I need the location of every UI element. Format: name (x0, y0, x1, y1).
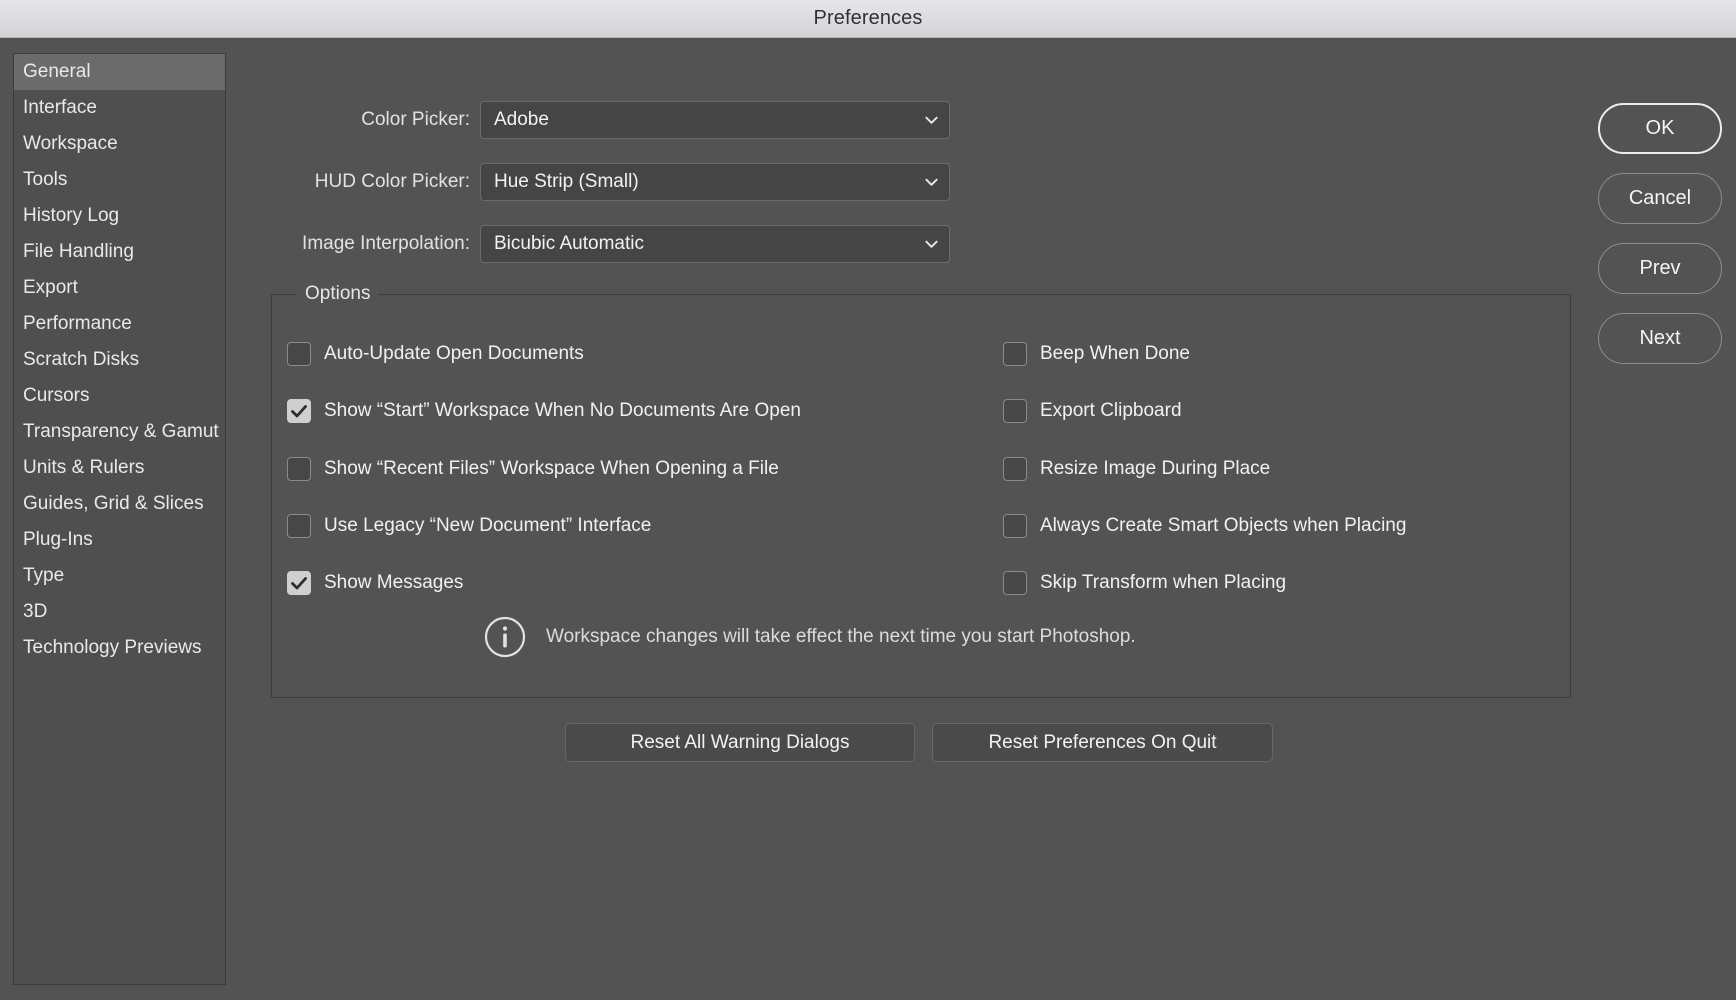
checkbox-row-show-start-workspace-when-no-documents-are-open[interactable]: Show “Start” Workspace When No Documents… (287, 396, 801, 426)
reset-all-warning-dialogs-button[interactable]: Reset All Warning Dialogs (565, 723, 915, 762)
sidebar-item-transparency-gamut[interactable]: Transparency & Gamut (14, 414, 225, 450)
checkbox-unchecked-icon[interactable] (1003, 342, 1027, 366)
options-group-legend: Options (297, 283, 379, 305)
checkbox-unchecked-icon[interactable] (287, 342, 311, 366)
checkbox-row-show-messages[interactable]: Show Messages (287, 568, 463, 598)
checkbox-row-auto-update-open-documents[interactable]: Auto-Update Open Documents (287, 339, 584, 369)
select-hud-color-picker[interactable]: Hue Strip (Small) (480, 163, 950, 201)
category-sidebar[interactable]: General Interface Workspace Tools History Lo… (13, 53, 226, 985)
checkbox-unchecked-icon[interactable] (287, 457, 311, 481)
sidebar-item-file-handling[interactable]: File Handling (14, 234, 225, 270)
window-title: Preferences (813, 7, 923, 29)
checkbox-label: Export Clipboard (1040, 400, 1182, 421)
checkbox-unchecked-icon[interactable] (1003, 457, 1027, 481)
sidebar-item-label: Units & Rulers (23, 457, 145, 478)
form-row-image-interpolation: Image Interpolation: Bicubic Automatic (280, 225, 950, 263)
sidebar-item-export[interactable]: Export (14, 270, 225, 306)
checkbox-label: Use Legacy “New Document” Interface (324, 515, 652, 536)
workspace-info-text: Workspace changes will take effect the n… (546, 626, 1136, 647)
checkbox-unchecked-icon[interactable] (1003, 514, 1027, 538)
checkbox-unchecked-icon[interactable] (1003, 571, 1027, 595)
select-value: Bicubic Automatic (494, 233, 644, 254)
sidebar-item-label: Type (23, 565, 65, 586)
checkbox-row-export-clipboard[interactable]: Export Clipboard (1003, 396, 1182, 426)
sidebar-item-label: Workspace (23, 133, 118, 154)
sidebar-item-label: Transparency & Gamut (23, 421, 219, 442)
sidebar-item-interface[interactable]: Interface (14, 90, 225, 126)
sidebar-item-label: Cursors (23, 385, 90, 406)
sidebar-item-units-rulers[interactable]: Units & Rulers (14, 450, 225, 486)
checkbox-label: Skip Transform when Placing (1040, 572, 1287, 593)
sidebar-item-label: Interface (23, 97, 97, 118)
sidebar-item-label: File Handling (23, 241, 134, 262)
checkbox-unchecked-icon[interactable] (1003, 399, 1027, 423)
sidebar-item-label: Performance (23, 313, 132, 334)
info-icon (484, 616, 526, 658)
checkbox-row-always-create-smart-objects-when-placing[interactable]: Always Create Smart Objects when Placing (1003, 511, 1406, 541)
sidebar-item-cursors[interactable]: Cursors (14, 378, 225, 414)
sidebar-item-label: Guides, Grid & Slices (23, 493, 204, 514)
sidebar-item-technology-previews[interactable]: Technology Previews (14, 630, 225, 666)
prev-button[interactable]: Prev (1598, 243, 1722, 294)
button-label: OK (1645, 117, 1675, 139)
sidebar-item-plug-ins[interactable]: Plug-Ins (14, 522, 225, 558)
sidebar-item-general[interactable]: General (14, 54, 225, 90)
checkbox-label: Show Messages (324, 572, 464, 593)
window-titlebar: Preferences (0, 0, 1736, 38)
label-color-picker: Color Picker: (361, 109, 470, 130)
checkbox-row-resize-image-during-place[interactable]: Resize Image During Place (1003, 454, 1270, 484)
checkbox-checked-icon[interactable] (287, 399, 311, 423)
sidebar-item-3d[interactable]: 3D (14, 594, 225, 630)
sidebar-item-history-log[interactable]: History Log (14, 198, 225, 234)
checkbox-checked-icon[interactable] (287, 571, 311, 595)
ok-button[interactable]: OK (1598, 103, 1722, 154)
checkbox-label: Show “Start” Workspace When No Documents… (324, 400, 801, 421)
cancel-button[interactable]: Cancel (1598, 173, 1722, 224)
sidebar-item-performance[interactable]: Performance (14, 306, 225, 342)
sidebar-item-label: General (23, 61, 91, 82)
sidebar-item-label: History Log (23, 205, 120, 226)
button-label: Cancel (1628, 187, 1692, 209)
chevron-down-icon (924, 175, 939, 190)
sidebar-item-label: Scratch Disks (23, 349, 140, 370)
sidebar-item-type[interactable]: Type (14, 558, 225, 594)
select-color-picker[interactable]: Adobe (480, 101, 950, 139)
checkbox-label: Auto-Update Open Documents (324, 343, 584, 364)
label-hud-color-picker: HUD Color Picker: (314, 171, 470, 192)
form-row-hud-color-picker: HUD Color Picker: Hue Strip (Small) (280, 163, 950, 201)
sidebar-item-label: Technology Previews (23, 637, 202, 658)
checkbox-label: Beep When Done (1040, 343, 1190, 364)
checkbox-label: Resize Image During Place (1040, 458, 1271, 479)
checkbox-unchecked-icon[interactable] (287, 514, 311, 538)
sidebar-item-label: Plug-Ins (23, 529, 93, 550)
checkbox-label: Show “Recent Files” Workspace When Openi… (324, 458, 779, 479)
preferences-dialog: General Interface Workspace Tools History Lo… (0, 38, 1736, 1000)
sidebar-item-guides-grid-slices[interactable]: Guides, Grid & Slices (14, 486, 225, 522)
button-label: Next (1639, 327, 1681, 349)
select-value: Hue Strip (Small) (494, 171, 639, 192)
sidebar-item-tools[interactable]: Tools (14, 162, 225, 198)
checkbox-row-skip-transform-when-placing[interactable]: Skip Transform when Placing (1003, 568, 1286, 598)
sidebar-item-label: 3D (23, 601, 48, 622)
checkbox-row-beep-when-done[interactable]: Beep When Done (1003, 339, 1190, 369)
chevron-down-icon (924, 113, 939, 128)
button-label: Prev (1639, 257, 1681, 279)
form-row-color-picker: Color Picker: Adobe (280, 101, 950, 139)
reset-preferences-on-quit-button[interactable]: Reset Preferences On Quit (932, 723, 1273, 762)
label-image-interpolation: Image Interpolation: (302, 233, 470, 254)
sidebar-item-label: Tools (23, 169, 68, 190)
select-value: Adobe (494, 109, 549, 130)
sidebar-item-workspace[interactable]: Workspace (14, 126, 225, 162)
chevron-down-icon (924, 237, 939, 252)
next-button[interactable]: Next (1598, 313, 1722, 364)
checkbox-row-show-recent-files-workspace-when-opening-a-file[interactable]: Show “Recent Files” Workspace When Openi… (287, 454, 779, 484)
workspace-info-note: Workspace changes will take effect the n… (484, 616, 1136, 658)
button-label: Reset All Warning Dialogs (630, 731, 850, 753)
checkbox-row-use-legacy-new-document-interface[interactable]: Use Legacy “New Document” Interface (287, 511, 651, 541)
button-label: Reset Preferences On Quit (988, 731, 1217, 753)
sidebar-item-label: Export (23, 277, 78, 298)
checkbox-label: Always Create Smart Objects when Placing (1040, 515, 1407, 536)
sidebar-item-scratch-disks[interactable]: Scratch Disks (14, 342, 225, 378)
select-image-interpolation[interactable]: Bicubic Automatic (480, 225, 950, 263)
